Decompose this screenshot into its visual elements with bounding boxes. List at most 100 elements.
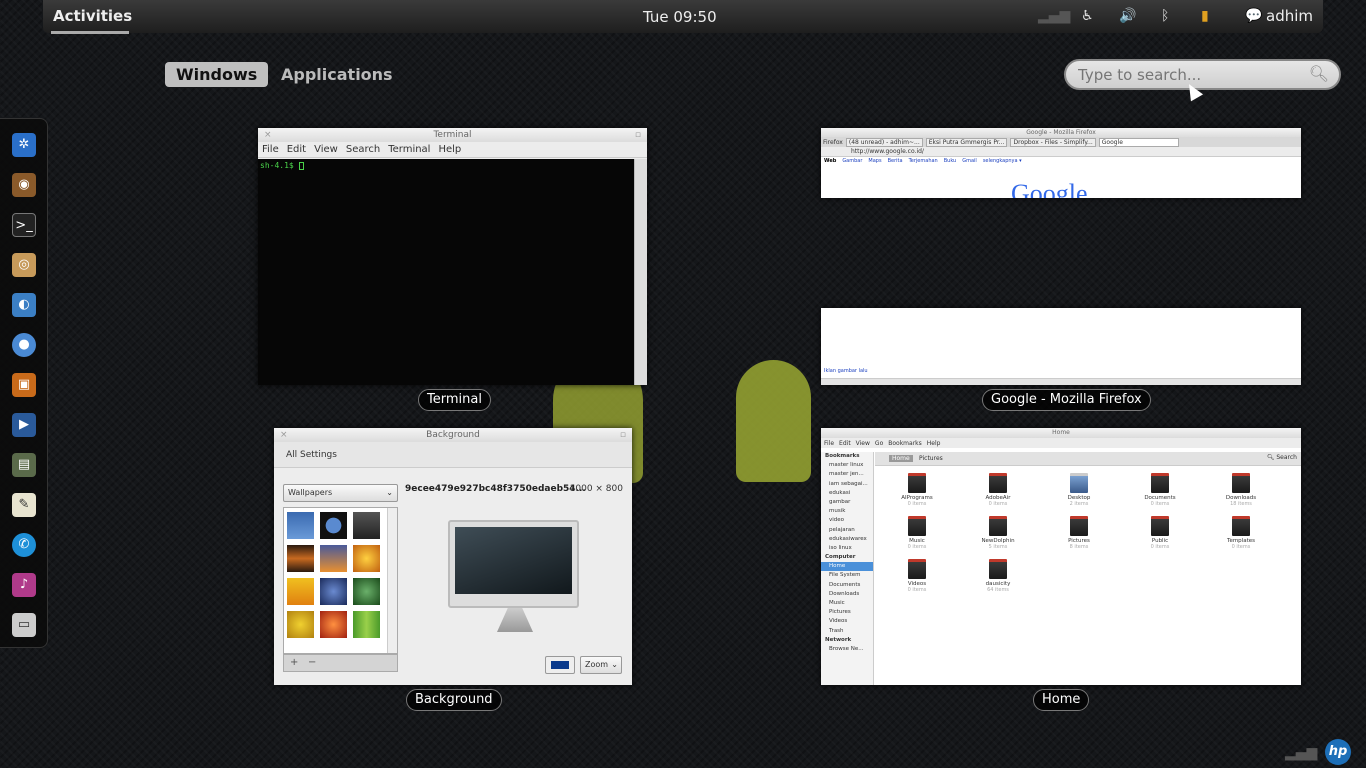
wallpaper-thumb[interactable]: [287, 545, 314, 572]
sidebar-item[interactable]: master linux: [821, 461, 873, 470]
accessibility-icon[interactable]: ♿: [1081, 8, 1094, 24]
browser-tab-active[interactable]: Google: [1098, 137, 1179, 147]
google-link[interactable]: Terjemahan: [909, 158, 938, 164]
google-link[interactable]: Gmail: [962, 158, 977, 164]
folder-item[interactable]: Documents 0 items: [1140, 473, 1180, 507]
search-button[interactable]: 🔍︎ Search: [1267, 454, 1297, 461]
add-wallpaper-button[interactable]: +: [290, 657, 298, 668]
folder-item[interactable]: Downloads 18 items: [1221, 473, 1261, 507]
folder-item[interactable]: dausicity 64 items: [978, 559, 1018, 593]
settings-icon[interactable]: ✲: [12, 133, 36, 157]
path-home[interactable]: Home: [889, 455, 913, 462]
tab-applications[interactable]: Applications: [270, 62, 404, 87]
menu-bookmarks[interactable]: Bookmarks: [888, 440, 922, 447]
folder-item[interactable]: Desktop 2 items: [1059, 473, 1099, 507]
menu-view[interactable]: View: [856, 440, 870, 447]
sidebar-item[interactable]: Trash: [821, 627, 873, 636]
speaker-icon[interactable]: ◉: [12, 173, 36, 197]
footer-link[interactable]: Iklan gambar lalu: [824, 368, 868, 374]
google-link[interactable]: Web: [824, 158, 836, 164]
wallpaper-thumb[interactable]: [287, 578, 314, 605]
wallpaper-thumb[interactable]: [353, 545, 380, 572]
menu-edit[interactable]: Edit: [287, 144, 306, 155]
clock[interactable]: Tue 09:50: [643, 8, 717, 26]
sidebar-item[interactable]: edukasi: [821, 489, 873, 498]
battery-icon[interactable]: ▮: [1201, 8, 1209, 24]
wallpaper-thumb[interactable]: [353, 578, 380, 605]
menu-help[interactable]: Help: [438, 144, 461, 155]
screenshot-icon[interactable]: ▭: [12, 613, 36, 637]
wallpaper-thumb[interactable]: [320, 512, 347, 539]
sidebar-item[interactable]: Documents: [821, 581, 873, 590]
browser-tab[interactable]: (48 unread) - adhim~...: [845, 137, 923, 147]
wallpaper-thumb[interactable]: [287, 611, 314, 638]
menu-edit[interactable]: Edit: [839, 440, 851, 447]
sidebar-item[interactable]: Music: [821, 599, 873, 608]
window-label-firefox[interactable]: Google - Mozilla Firefox: [982, 389, 1151, 411]
sidebar-item[interactable]: edukasiwarex: [821, 535, 873, 544]
folder-item[interactable]: Public 0 items: [1140, 516, 1180, 550]
folder-item[interactable]: Videos 0 items: [897, 559, 937, 593]
wallpaper-thumb[interactable]: [320, 545, 347, 572]
window-label-home[interactable]: Home: [1033, 689, 1090, 711]
wallpaper-grid[interactable]: [283, 507, 398, 654]
folder-item[interactable]: Music 0 items: [897, 516, 937, 550]
window-terminal[interactable]: × Terminal ▫ File Edit View Search Termina…: [258, 128, 647, 385]
all-settings-button[interactable]: All Settings: [274, 442, 632, 468]
user-menu[interactable]: adhim: [1266, 7, 1313, 25]
remove-wallpaper-button[interactable]: −: [308, 657, 316, 668]
scrollbar[interactable]: [387, 508, 397, 653]
search-box[interactable]: 🔍︎: [1064, 59, 1341, 90]
sidebar-item[interactable]: iso linux: [821, 544, 873, 553]
firefox-menu[interactable]: Firefox: [823, 139, 843, 146]
sidebar-item[interactable]: Browse Ne...: [821, 645, 873, 654]
menu-go[interactable]: Go: [875, 440, 883, 447]
camera-icon[interactable]: ▣: [12, 373, 36, 397]
sidebar-item[interactable]: master jen...: [821, 470, 873, 479]
folder-item[interactable]: NewDolphin 5 items: [978, 516, 1018, 550]
cheese-icon[interactable]: ◎: [12, 253, 36, 277]
color-button[interactable]: [545, 656, 575, 674]
google-link[interactable]: Gambar: [842, 158, 862, 164]
sidebar-item[interactable]: musik: [821, 507, 873, 516]
google-link[interactable]: Buku: [944, 158, 957, 164]
browser-tab[interactable]: Eksi Putra Gmmergis Pr...: [925, 137, 1008, 147]
menu-help[interactable]: Help: [927, 440, 941, 447]
sidebar-item[interactable]: Home: [821, 562, 873, 572]
signal-icon[interactable]: ▂▄▆: [1038, 8, 1070, 24]
google-link[interactable]: Maps: [868, 158, 881, 164]
bluetooth-icon[interactable]: ᛒ: [1161, 8, 1169, 24]
scrollbar[interactable]: [634, 159, 647, 385]
chromium-icon[interactable]: ●: [12, 333, 36, 357]
menu-file[interactable]: File: [262, 144, 279, 155]
wallpaper-source-select[interactable]: Wallpapers ⌄: [283, 484, 398, 502]
text-editor-icon[interactable]: ✎: [12, 493, 36, 517]
chat-icon[interactable]: ✆: [12, 533, 36, 557]
video-icon[interactable]: ▶: [12, 413, 36, 437]
chat-status-icon[interactable]: 💬: [1245, 8, 1262, 24]
sidebar-item[interactable]: pelajaran: [821, 526, 873, 535]
window-label-background[interactable]: Background: [406, 689, 502, 711]
volume-icon[interactable]: 🔊: [1119, 8, 1136, 24]
window-label-terminal[interactable]: Terminal: [418, 389, 491, 411]
terminal-icon[interactable]: >_: [12, 213, 36, 237]
google-link[interactable]: selengkapnya ▾: [983, 158, 1022, 164]
url-bar[interactable]: http://www.google.co.id/: [821, 147, 1301, 157]
sidebar-item[interactable]: Videos: [821, 617, 873, 626]
wallpaper-thumb[interactable]: [287, 512, 314, 539]
menu-terminal[interactable]: Terminal: [388, 144, 430, 155]
sidebar-item[interactable]: File System: [821, 571, 873, 580]
folder-item[interactable]: AIPrograms 0 items: [897, 473, 937, 507]
sidebar-item[interactable]: iam sebagai...: [821, 480, 873, 489]
menu-view[interactable]: View: [314, 144, 338, 155]
terminal-body[interactable]: sh-4.1$: [258, 159, 634, 385]
window-home[interactable]: Home File Edit View Go Bookmarks Help Bo…: [821, 428, 1301, 685]
path-pictures[interactable]: Pictures: [919, 455, 943, 462]
browser-tab[interactable]: Dropbox - Files - Simplify...: [1010, 137, 1096, 147]
wallpaper-thumb[interactable]: [353, 611, 380, 638]
monitor-icon[interactable]: ▤: [12, 453, 36, 477]
tab-windows[interactable]: Windows: [165, 62, 269, 87]
folder-item[interactable]: Templates 0 items: [1221, 516, 1261, 550]
window-firefox[interactable]: Google - Mozilla Firefox Firefox (48 unr…: [821, 128, 1301, 198]
menu-search[interactable]: Search: [346, 144, 380, 155]
